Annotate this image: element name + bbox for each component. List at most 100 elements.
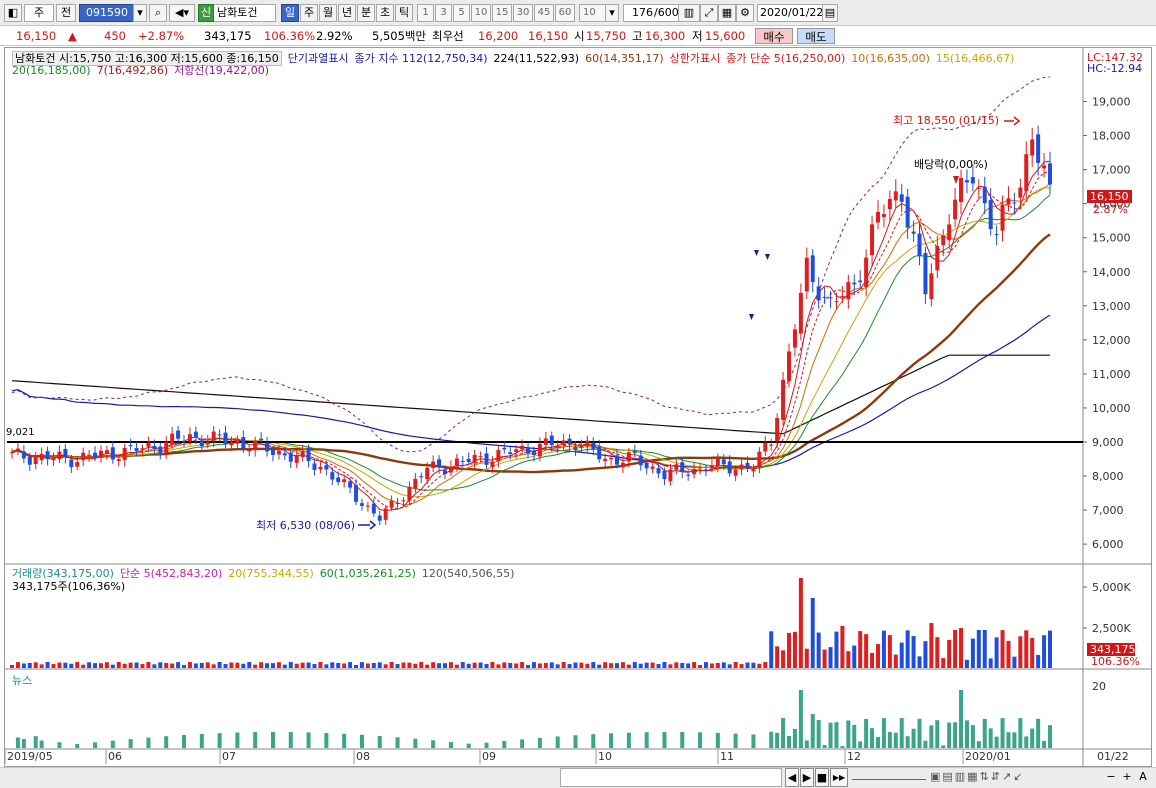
volume-bar: [75, 662, 80, 668]
news-bar: [1030, 728, 1035, 748]
stop-button[interactable]: ■: [815, 768, 829, 787]
candle-body: [27, 456, 32, 465]
volume-bar: [288, 662, 293, 668]
candle-body: [852, 282, 857, 285]
volume-bar: [787, 632, 792, 668]
volume-bar: [929, 623, 934, 668]
news-bar: [1000, 718, 1005, 748]
volume-bar: [852, 645, 857, 668]
candle-body: [674, 464, 679, 470]
volume-bar: [537, 663, 542, 668]
candle-body: [1042, 165, 1047, 169]
candle-body: [104, 450, 109, 454]
candle-body: [781, 379, 786, 420]
dividend-annotation: 배당락(0,00%): [914, 158, 988, 171]
news-bar: [466, 743, 471, 748]
news-bar: [923, 740, 928, 748]
scroll-left-button[interactable]: ◀: [785, 768, 799, 787]
zoom-out-button[interactable]: −: [1104, 768, 1118, 787]
news-bar: [1048, 725, 1052, 748]
legend-vol-ma5: 단순 5(452,843,20): [119, 567, 223, 580]
zoom-slider[interactable]: [852, 768, 926, 780]
volume-bar: [448, 662, 453, 668]
volume-bar: [632, 662, 637, 668]
news-bar: [911, 728, 916, 748]
volume-bar: [615, 663, 620, 668]
volume-bar: [531, 662, 536, 668]
news-bar: [21, 739, 26, 748]
volume-bar: [128, 662, 133, 668]
zoom-in-button[interactable]: +: [1120, 768, 1134, 787]
news-bar: [431, 740, 436, 748]
news-bar: [905, 736, 910, 748]
news-bar: [941, 745, 946, 748]
end-button[interactable]: ▶▶: [830, 768, 848, 787]
candle-body: [164, 442, 169, 454]
news-bar: [288, 732, 293, 748]
news-bar: [324, 732, 329, 748]
scrollbar[interactable]: [560, 768, 782, 787]
price-tick-label: 7,000: [1092, 504, 1124, 517]
volume-bar: [561, 662, 566, 668]
candle-body: [93, 452, 98, 458]
news-bar: [751, 734, 756, 748]
news-bar: [1024, 736, 1029, 748]
font-button[interactable]: A: [1136, 768, 1150, 787]
candle-body: [182, 440, 187, 442]
candle-body: [306, 448, 311, 462]
news-bar: [644, 732, 649, 748]
news-bar: [359, 734, 364, 748]
candle-body: [312, 463, 317, 470]
candle-body: [597, 446, 602, 460]
candle-body: [336, 477, 341, 483]
volume-bar: [840, 626, 845, 668]
volume-bar: [377, 662, 382, 668]
candle-body: [63, 448, 68, 458]
volume-bar: [342, 663, 347, 668]
candle-body: [680, 462, 685, 473]
news-bar: [959, 690, 964, 748]
volume-bar: [982, 630, 987, 668]
toolbar-icons[interactable]: ▣▤▥▦⇅⇵↗↙: [930, 768, 1070, 787]
volume-bar: [834, 631, 839, 668]
volume-bar: [1012, 656, 1017, 668]
volume-bar: [146, 662, 151, 668]
candle-body: [81, 452, 86, 461]
volume-bar: [247, 662, 252, 668]
candle-body: [10, 452, 14, 454]
volume-bar: [976, 630, 981, 668]
news-bar: [875, 736, 880, 748]
volume-bar: [923, 641, 928, 668]
price-tick-label: 19,000: [1092, 96, 1131, 109]
legend-resistance: 저항선(19,422,00): [174, 64, 270, 77]
news-bar: [982, 718, 987, 748]
volume-bar: [1006, 640, 1011, 668]
news-bar: [57, 742, 62, 748]
candle-body: [935, 246, 940, 271]
news-bar: [792, 728, 797, 748]
candle-body: [140, 448, 145, 451]
price-tick-label: 12,000: [1092, 334, 1131, 347]
candle-body: [288, 452, 293, 462]
volume-bar: [899, 642, 904, 668]
volume-bar: [39, 664, 44, 668]
volume-bar: [51, 664, 56, 668]
legend-vol-ma60: 60(1,035,261,25): [319, 567, 416, 580]
volume-bar: [496, 664, 501, 668]
price-tick-label: 14,000: [1092, 266, 1131, 279]
bottom-bar: ◀ ▶ ■ ▶▶ ▣▤▥▦⇅⇵↗↙ − + A: [0, 767, 1156, 788]
news-bar: [164, 736, 169, 748]
news-bar: [846, 720, 851, 748]
candle-body: [792, 329, 797, 348]
candle-body: [265, 443, 270, 452]
news-bar: [199, 733, 204, 748]
candle-body: [270, 449, 275, 455]
volume-bar: [1048, 630, 1052, 668]
candle-body: [508, 452, 513, 455]
news-bar: [626, 732, 631, 748]
volume-bar: [187, 662, 192, 668]
scroll-right-button[interactable]: ▶: [800, 768, 814, 787]
news-legend: 뉴스: [12, 674, 33, 687]
candle-body: [87, 454, 92, 456]
volume-bar: [964, 659, 969, 668]
